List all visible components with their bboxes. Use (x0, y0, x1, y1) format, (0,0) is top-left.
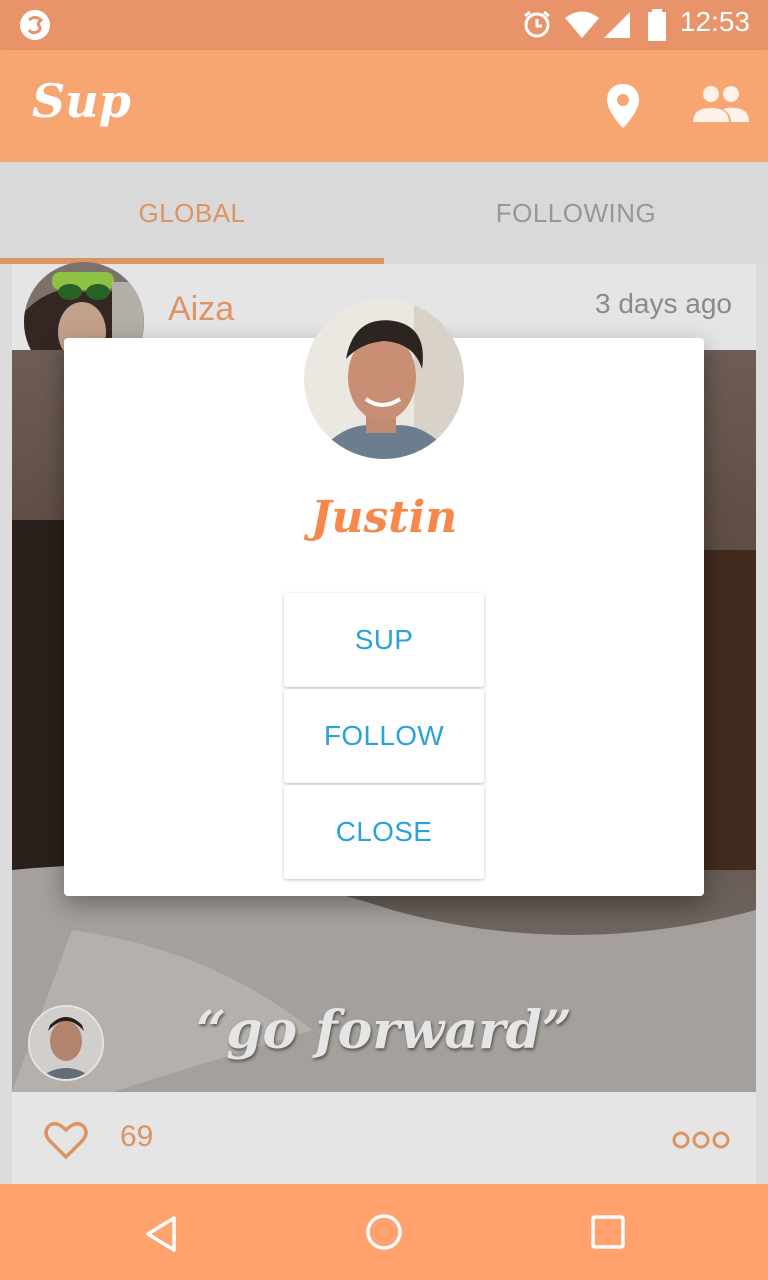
cell-signal-icon (604, 12, 630, 38)
navigation-bar (0, 1184, 768, 1280)
battery-icon (648, 9, 666, 41)
alarm-icon (524, 10, 550, 38)
back-icon[interactable] (142, 1214, 182, 1254)
app-title: Sup (32, 74, 131, 128)
home-icon[interactable] (364, 1212, 404, 1252)
profile-name: Justin (310, 492, 458, 543)
wifi-icon (565, 11, 599, 38)
app-notification-icon (20, 10, 50, 40)
recents-icon[interactable] (590, 1214, 626, 1250)
profile-avatar (304, 299, 464, 459)
people-icon[interactable] (690, 84, 750, 124)
sup-button[interactable]: SUP (284, 593, 484, 687)
status-bar: 12:53 (0, 0, 768, 50)
follow-button[interactable]: FOLLOW (284, 689, 484, 783)
app-bar: Sup (0, 50, 768, 162)
status-time: 12:53 (679, 6, 750, 37)
location-pin-icon[interactable] (604, 82, 642, 130)
close-button[interactable]: CLOSE (284, 785, 484, 879)
